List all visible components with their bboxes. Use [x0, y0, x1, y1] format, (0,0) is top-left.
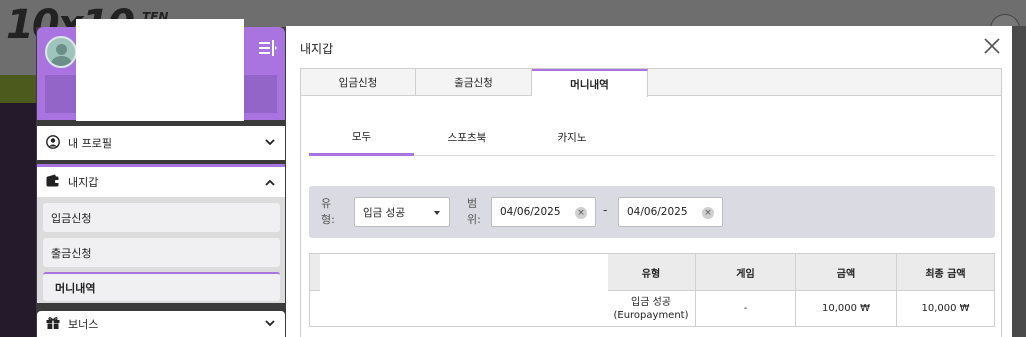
redacted-area: [76, 19, 244, 121]
sidebar-item-bonus[interactable]: 보너스: [37, 311, 285, 337]
type-select[interactable]: 입금 성공: [354, 197, 450, 227]
type-select-value: 입금 성공: [363, 206, 405, 219]
page-edge: [1012, 26, 1026, 337]
cell-type-line2: (Europayment): [613, 309, 689, 321]
date-from-input[interactable]: 04/06/2025 ×: [491, 197, 596, 227]
sidebar-item-wallet[interactable]: 내지갑: [37, 164, 285, 197]
tab-deposit[interactable]: 입금신청: [301, 69, 416, 96]
range-filter-label: 범위:: [467, 197, 481, 226]
filter-bar: 유형: 입금 성공 범위: 04/06/2025 × - 04/06/2025 …: [309, 186, 995, 238]
chevron-down-icon: [265, 137, 275, 147]
sidebar-item-label: 보너스: [68, 318, 99, 331]
header-final-amount[interactable]: 최종 금액: [896, 254, 994, 290]
user-circle-icon: [46, 134, 60, 152]
clear-icon[interactable]: ×: [575, 207, 587, 219]
redacted-area: [320, 254, 608, 326]
wallet-icon: [46, 174, 60, 190]
date-to-input[interactable]: 04/06/2025 ×: [618, 197, 723, 227]
clear-icon[interactable]: ×: [702, 207, 714, 219]
cell-type-line1: 입금 성공: [631, 296, 671, 308]
tabs-container: 입금신청 출금신청 머니내역 모두 스포츠북 카지노 유형: 입금 성공 범위:…: [300, 68, 1002, 337]
cell-game: -: [695, 291, 795, 326]
close-icon[interactable]: [982, 36, 1002, 56]
header-amount[interactable]: 금액: [795, 254, 896, 290]
submenu-item-deposit[interactable]: 입금신청: [43, 203, 280, 232]
sidebar-item-profile[interactable]: 내 프로필: [37, 126, 285, 160]
history-table: 유형 게임 금액 최종 금액 입금 성공 (Europayment) - 10,…: [309, 253, 995, 327]
header-type[interactable]: 유형: [607, 254, 695, 290]
tab-money-history[interactable]: 머니내역: [532, 69, 648, 97]
subtab-casino[interactable]: 카지노: [520, 119, 624, 156]
submenu-item-money-history[interactable]: 머니내역: [43, 272, 280, 301]
sidebar-item-label: 내 프로필: [68, 137, 112, 150]
date-from-value: 04/06/2025: [500, 206, 561, 218]
wallet-modal: 내지갑 입금신청 출금신청 머니내역 모두 스포츠북 카지노 유형: 입금 성공…: [286, 26, 1012, 337]
chevron-up-icon: [265, 178, 275, 188]
tab-withdraw[interactable]: 출금신청: [416, 69, 532, 96]
sidebar-item-label: 내지갑: [68, 176, 99, 189]
subtab-row: 모두 스포츠북 카지노: [309, 119, 995, 156]
avatar[interactable]: [45, 36, 77, 68]
menu-toggle-icon[interactable]: [259, 40, 277, 56]
date-to-value: 04/06/2025: [627, 206, 688, 218]
modal-title: 내지갑: [300, 42, 334, 56]
subtab-sportsbook[interactable]: 스포츠북: [414, 119, 520, 156]
header-game[interactable]: 게임: [695, 254, 795, 290]
date-separator: -: [603, 203, 608, 217]
cell-amount: 10,000 ₩: [795, 291, 896, 326]
subtab-all[interactable]: 모두: [309, 119, 414, 156]
submenu-item-withdraw[interactable]: 출금신청: [43, 238, 280, 267]
tab-row: 입금신청 출금신청 머니내역: [301, 69, 1001, 97]
chevron-down-icon: [265, 318, 275, 328]
gift-icon: [46, 316, 60, 332]
wallet-submenu: 입금신청 출금신청 머니내역: [37, 197, 285, 303]
type-filter-label: 유형:: [321, 197, 335, 226]
cell-final-amount: 10,000 ₩: [896, 291, 994, 326]
caret-down-icon: [434, 211, 440, 215]
cell-type: 입금 성공 (Europayment): [607, 291, 695, 326]
